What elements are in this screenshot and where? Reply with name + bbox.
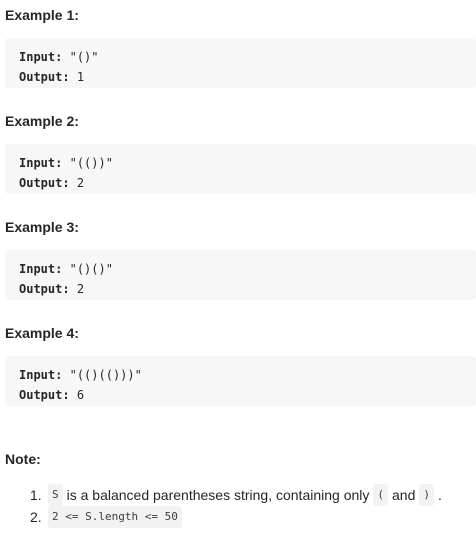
- input-label: Input:: [19, 368, 63, 382]
- example-3-input-line: Input: "()()": [19, 260, 476, 280]
- note-item-text: is a balanced parentheses string, contai…: [66, 487, 370, 503]
- output-label: Output:: [19, 282, 70, 296]
- output-label: Output:: [19, 70, 70, 84]
- note-item-number: 2.: [30, 509, 42, 525]
- output-value: 6: [76, 388, 85, 402]
- output-value: 1: [76, 70, 85, 84]
- inline-code-close-paren: ): [419, 484, 434, 506]
- note-item-2: 2. 2 <= S.length <= 50: [30, 506, 476, 528]
- output-value: 2: [76, 176, 85, 190]
- example-4-title: Example 4:: [5, 325, 79, 341]
- note-list: 1. S is a balanced parentheses string, c…: [5, 484, 476, 528]
- output-label: Output:: [19, 388, 70, 402]
- example-3-output-line: Output: 2: [19, 280, 476, 300]
- example-3-title: Example 3:: [5, 219, 79, 235]
- example-2-title: Example 2:: [5, 113, 79, 129]
- inline-code-s: S: [48, 484, 63, 506]
- input-value: "(()(()))": [69, 368, 142, 382]
- inline-code-constraint: 2 <= S.length <= 50: [48, 506, 182, 528]
- note-title: Note:: [5, 451, 41, 467]
- example-1-title: Example 1:: [5, 7, 79, 23]
- example-2-output-line: Output: 2: [19, 174, 476, 194]
- example-1-block: Input: "()" Output: 1: [5, 38, 476, 88]
- problem-content: Example 1: Input: "()" Output: 1 Example…: [0, 0, 476, 528]
- example-1-output-line: Output: 1: [19, 68, 476, 88]
- note-item-text-end: .: [437, 487, 442, 503]
- example-2-block: Input: "(())" Output: 2: [5, 144, 476, 194]
- input-value: "(())": [69, 156, 113, 170]
- input-label: Input:: [19, 50, 63, 64]
- input-label: Input:: [19, 262, 63, 276]
- input-label: Input:: [19, 156, 63, 170]
- note-item-text-and: and: [392, 487, 416, 503]
- example-3-block: Input: "()()" Output: 2: [5, 250, 476, 300]
- example-4-block: Input: "(()(()))" Output: 6: [5, 356, 476, 406]
- output-value: 2: [76, 282, 85, 296]
- example-2-input-line: Input: "(())": [19, 154, 476, 174]
- output-label: Output:: [19, 176, 70, 190]
- note-item-1: 1. S is a balanced parentheses string, c…: [30, 484, 476, 506]
- example-4-output-line: Output: 6: [19, 386, 476, 406]
- inline-code-open-paren: (: [373, 484, 388, 506]
- example-1-input-line: Input: "()": [19, 48, 476, 68]
- note-item-number: 1.: [30, 487, 42, 503]
- input-value: "()": [69, 50, 99, 64]
- input-value: "()()": [69, 262, 113, 276]
- example-4-input-line: Input: "(()(()))": [19, 366, 476, 386]
